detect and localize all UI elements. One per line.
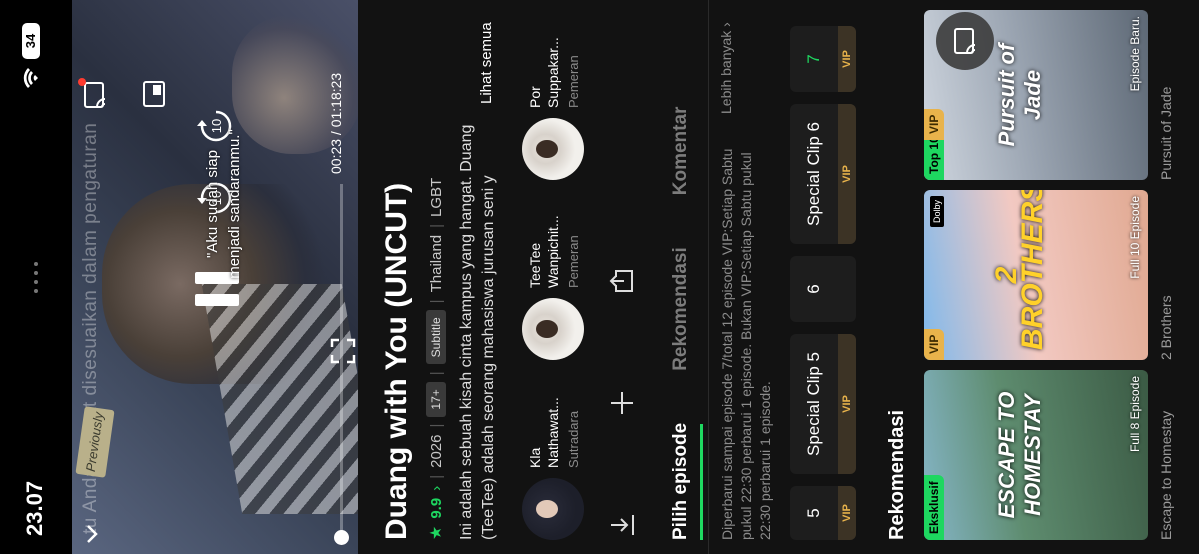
episode-list: 5 VIP Special Clip 5 VIP 6 Special Clip 6V… [790, 26, 856, 540]
vip-badge: VIP [838, 334, 856, 474]
action-row [608, 266, 643, 540]
avatar [522, 298, 584, 360]
more-episodes-link[interactable]: Lebih banyak › [718, 22, 734, 114]
episode-count: Full 10 Episode [1128, 196, 1142, 279]
poster-title[interactable]: Escape to Homestay [1158, 370, 1174, 540]
episode-button[interactable]: 5 VIP [790, 486, 856, 540]
poster-art-text: Pursuit of Jade [994, 43, 1045, 147]
see-all-link[interactable]: Lihat semua [478, 22, 495, 104]
battery-icon: 34 [22, 23, 40, 59]
vip-badge: VIP [924, 328, 944, 360]
episode-button[interactable]: Special Clip 5 VIP [790, 334, 856, 474]
time-readout: 00:23 / 01:18:23 [328, 72, 344, 174]
vip-badge: VIP [838, 486, 856, 540]
add-to-list-icon[interactable] [608, 388, 643, 418]
poster-card[interactable]: VIP Dolby 2 BROTHERS Full 10 Episode [924, 190, 1148, 360]
genre: LGBT [427, 177, 445, 217]
episode-button[interactable]: Special Clip 6 VIP [790, 104, 856, 244]
timeline-scrubber[interactable] [334, 530, 349, 546]
poster-labels: Escape to Homestay 2 Brothers Pursuit of… [1158, 10, 1174, 540]
age-rating-pill: 17+ [426, 382, 446, 417]
vip-badge: VIP [838, 26, 856, 92]
update-info: Diperbarui sampai episode 7/total 12 epi… [719, 148, 773, 540]
details-panel: Duang with You (UNCUT) ★ 9.9 › | 2026 | … [358, 0, 1199, 554]
show-title: Duang with You (UNCUT) [380, 182, 413, 540]
poster-art-text: 2 BROTHERS [990, 190, 1049, 350]
cast-name: Kla Nathawat... [526, 397, 561, 468]
star-icon: ★ [428, 525, 445, 540]
status-time: 23.07 [22, 480, 47, 536]
cast-role: Pemeran [565, 55, 581, 108]
dolby-badge: Dolby [930, 196, 944, 228]
tab-active-underline [700, 424, 703, 540]
episode-count: Full 8 Episode [1128, 376, 1142, 453]
poster-card[interactable]: Eksklusif ESCAPE TO HOMESTAY Full 8 Epis… [924, 370, 1148, 540]
cast-role: Sutradara [565, 410, 581, 468]
cast-item[interactable]: TeeTee Wanpichit... Pemeran [522, 200, 584, 360]
share-icon[interactable] [608, 266, 643, 296]
tab-komentar[interactable]: Komentar [670, 107, 692, 196]
tab-bar: Pilih episode Rekomendasi Komentar [670, 107, 692, 540]
floating-cast-button[interactable] [936, 12, 994, 70]
status-dots-icon [34, 262, 38, 293]
cast-name: Por Suppakar... [526, 37, 561, 108]
exclusive-badge: Eksklusif [924, 475, 944, 540]
poster-title[interactable]: 2 Brothers [1158, 190, 1174, 360]
fullscreen-icon[interactable] [330, 338, 358, 364]
vip-badge: VIP [838, 104, 856, 244]
avatar [522, 118, 584, 180]
country: Thailand [427, 234, 445, 293]
cast-role: Pemeran [565, 235, 581, 288]
cast-icon [954, 28, 976, 54]
status-bar: 23.07 34 [0, 0, 72, 554]
episode-button[interactable]: 6 [790, 256, 856, 322]
subtitle-pill: Subtitle [426, 310, 446, 365]
meta-row: ★ 9.9 › | 2026 | 17+ | Subtitle | Thaila… [426, 177, 446, 540]
episode-count: Episode Baru. [1128, 16, 1142, 92]
cast-name: TeeTee Wanpichit... [526, 215, 561, 288]
avatar [522, 478, 584, 540]
poster-art-text: ESCAPE TO HOMESTAY [994, 391, 1045, 519]
recommendation-heading: Rekomendasi [886, 409, 908, 540]
tab-pilih-episode[interactable]: Pilih episode [670, 423, 692, 540]
tab-rekomendasi[interactable]: Rekomendasi [670, 247, 692, 371]
vip-badge: VIP [924, 108, 944, 140]
collapse-chevron-icon[interactable] [80, 522, 111, 546]
wifi-icon [22, 68, 45, 88]
poster-title[interactable]: Pursuit of Jade [1158, 10, 1174, 180]
video-subtitle: "Aku sudah siap menjadi sandaranmu." [204, 129, 243, 279]
chevron-right-icon[interactable]: › [428, 486, 445, 491]
cast-item[interactable]: Por Suppakar... Pemeran [522, 20, 584, 180]
rating-score: 9.9 [427, 497, 445, 519]
cast-list: Kla Nathawat... Sutradara TeeTee Wanpich… [522, 20, 584, 540]
description: Ini adalah sebuah kisah cinta kampus yan… [458, 124, 497, 540]
cast-icon[interactable] [78, 78, 110, 110]
episode-button-current[interactable]: 7 VIP [790, 26, 856, 92]
year: 2026 [427, 434, 445, 468]
poster-row: Eksklusif ESCAPE TO HOMESTAY Full 8 Epis… [924, 10, 1148, 540]
divider [708, 0, 709, 554]
download-icon[interactable] [608, 510, 643, 540]
picture-in-picture-icon[interactable] [140, 80, 168, 108]
cast-item[interactable]: Kla Nathawat... Sutradara [522, 380, 584, 540]
video-player[interactable]: tu Anda Dapat disesuaikan dalam pengatur… [72, 0, 358, 554]
